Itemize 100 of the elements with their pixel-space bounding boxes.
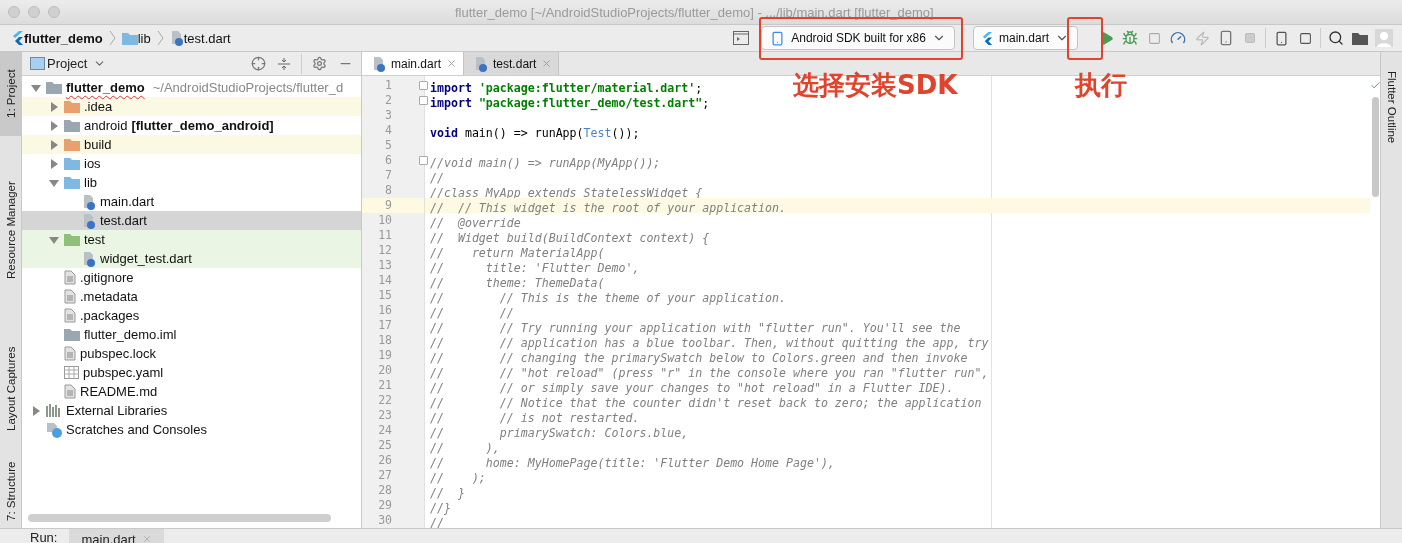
tool-window-tab[interactable]: 7: Structure xyxy=(0,454,21,528)
tree-item[interactable]: README.md xyxy=(22,382,361,401)
module-folder-icon xyxy=(64,119,80,132)
tree-item[interactable]: widget_test.dart xyxy=(22,249,361,268)
line-number: 13 xyxy=(377,258,392,273)
tree-item-label: .idea xyxy=(84,99,113,114)
tool-window-tab[interactable]: Resource Manager xyxy=(0,136,21,324)
expand-arrow-icon[interactable] xyxy=(30,404,42,417)
tree-item[interactable]: ios xyxy=(22,154,361,173)
line-number: 7 xyxy=(384,168,392,183)
dart-file-icon xyxy=(82,212,96,229)
line-number: 23 xyxy=(377,408,392,423)
tree-item-label: flutter_demo.iml xyxy=(84,327,177,342)
line-number: 19 xyxy=(377,348,392,363)
code-line: // // is not restarted. xyxy=(430,411,640,426)
code-line: // theme: ThemeData( xyxy=(430,276,605,291)
tree-item-label: External Libraries xyxy=(66,403,168,418)
expand-arrow-icon[interactable] xyxy=(48,100,60,113)
dart-file-icon xyxy=(372,55,386,72)
run-label: Run: xyxy=(30,529,58,543)
panel-icon xyxy=(30,57,45,70)
expand-arrow-icon[interactable] xyxy=(48,138,60,151)
tree-item-label: .gitignore xyxy=(80,270,134,285)
project-view-dropdown[interactable]: Project xyxy=(47,56,107,71)
check-icon xyxy=(1369,80,1380,91)
code-line: // ); xyxy=(430,471,486,486)
tree-item-label: Scratches and Consoles xyxy=(66,422,207,437)
breadcrumb[interactable]: test.dart xyxy=(183,30,231,46)
close-icon[interactable] xyxy=(446,58,458,69)
device-dropdown[interactable]: Android SDK built for x86 xyxy=(761,26,955,50)
code-line: // primarySwatch: Colors.blue, xyxy=(430,426,689,441)
expand-arrow-icon[interactable] xyxy=(48,157,60,170)
tree-item[interactable]: android [flutter_demo_android] xyxy=(22,116,361,135)
tree-item[interactable]: Scratches and Consoles xyxy=(22,420,361,439)
fold-marker-icon[interactable] xyxy=(419,81,428,90)
test-folder-icon xyxy=(64,233,80,246)
folder-icon xyxy=(64,176,80,189)
fold-marker-icon[interactable] xyxy=(419,96,428,105)
breadcrumb[interactable]: lib xyxy=(137,30,151,46)
dart-file-icon xyxy=(82,193,96,210)
code-line: // // Notice that the counter didn't reset back to zero; the application xyxy=(430,396,982,411)
line-number: 27 xyxy=(377,468,392,483)
scrollbar[interactable] xyxy=(28,514,331,522)
tree-item[interactable]: test.dart xyxy=(22,211,361,230)
line-number: 28 xyxy=(377,483,392,498)
text-file-icon xyxy=(64,346,76,361)
flutter-logo-icon xyxy=(981,31,993,45)
code-line: void main() => runApp(Test()); xyxy=(430,126,640,141)
breadcrumb[interactable]: flutter_demo xyxy=(24,30,103,46)
tool-window-tab[interactable]: 1: Project xyxy=(0,52,21,136)
text-file-icon xyxy=(64,308,76,323)
tree-item[interactable]: lib xyxy=(22,173,361,192)
code-line: // // This widget is the root of your application. xyxy=(430,201,786,216)
line-number: 22 xyxy=(377,393,392,408)
line-number: 4 xyxy=(384,123,392,138)
line-number: 18 xyxy=(377,333,392,348)
editor-tab[interactable]: main.dart xyxy=(362,52,465,75)
expand-arrow-icon[interactable] xyxy=(48,119,60,132)
chevron-icon xyxy=(156,30,164,46)
line-number: 9 xyxy=(384,198,392,213)
line-number: 3 xyxy=(384,108,392,123)
flutter-logo-icon xyxy=(12,31,24,45)
tree-item[interactable]: pubspec.lock xyxy=(22,344,361,363)
line-number: 1 xyxy=(384,78,392,93)
run-tab[interactable]: main.dart xyxy=(69,529,164,543)
text-file-icon xyxy=(64,289,76,304)
code-line: // // application has a blue toolbar. Then, without quitting the app, try xyxy=(430,336,989,351)
code-line: // home: MyHomePage(title: 'Flutter Demo Home Page'), xyxy=(430,456,835,471)
run-config-dropdown[interactable]: main.dart xyxy=(972,26,1078,50)
line-number: 10 xyxy=(377,213,392,228)
dart-file-icon xyxy=(474,55,489,72)
tree-item[interactable]: .idea xyxy=(22,97,361,116)
fold-marker-icon[interactable] xyxy=(419,156,428,165)
scrollbar[interactable] xyxy=(1371,97,1379,197)
tree-item[interactable]: pubspec.yaml xyxy=(22,363,361,382)
project-path: ~/AndroidStudioProjects/flutter_d xyxy=(152,80,344,95)
close-icon[interactable] xyxy=(541,58,553,69)
module-name: [flutter_demo_android] xyxy=(131,118,274,133)
tree-item-label: .packages xyxy=(80,308,140,323)
tree-item-label: flutter_demo xyxy=(66,80,145,95)
tree-item[interactable]: flutter_demo ~/AndroidStudioProjects/flutter_d xyxy=(22,78,361,97)
highlight-frame xyxy=(1067,17,1103,60)
tree-item[interactable]: External Libraries xyxy=(22,401,361,420)
tool-window-tab[interactable]: Layout Captures xyxy=(0,324,21,454)
table-file-icon xyxy=(64,366,79,379)
module-folder-icon xyxy=(64,328,80,341)
tree-item[interactable]: build xyxy=(22,135,361,154)
tree-item[interactable]: .gitignore xyxy=(22,268,361,287)
dart-file-icon xyxy=(82,250,96,267)
libraries-icon xyxy=(46,404,62,417)
tree-item[interactable]: .packages xyxy=(22,306,361,325)
tree-item[interactable]: test xyxy=(22,230,361,249)
tree-item[interactable]: flutter_demo.iml xyxy=(22,325,361,344)
annotation-text: 执行 xyxy=(1075,69,1127,102)
tree-item[interactable]: main.dart xyxy=(22,192,361,211)
editor-tab[interactable]: test.dart xyxy=(464,52,560,75)
tree-item[interactable]: .metadata xyxy=(22,287,361,306)
code-line: // @override xyxy=(430,216,521,231)
code-line: // xyxy=(430,516,444,528)
code-line: // // changing the primarySwatch below to Colors.green and then invoke xyxy=(430,351,968,366)
